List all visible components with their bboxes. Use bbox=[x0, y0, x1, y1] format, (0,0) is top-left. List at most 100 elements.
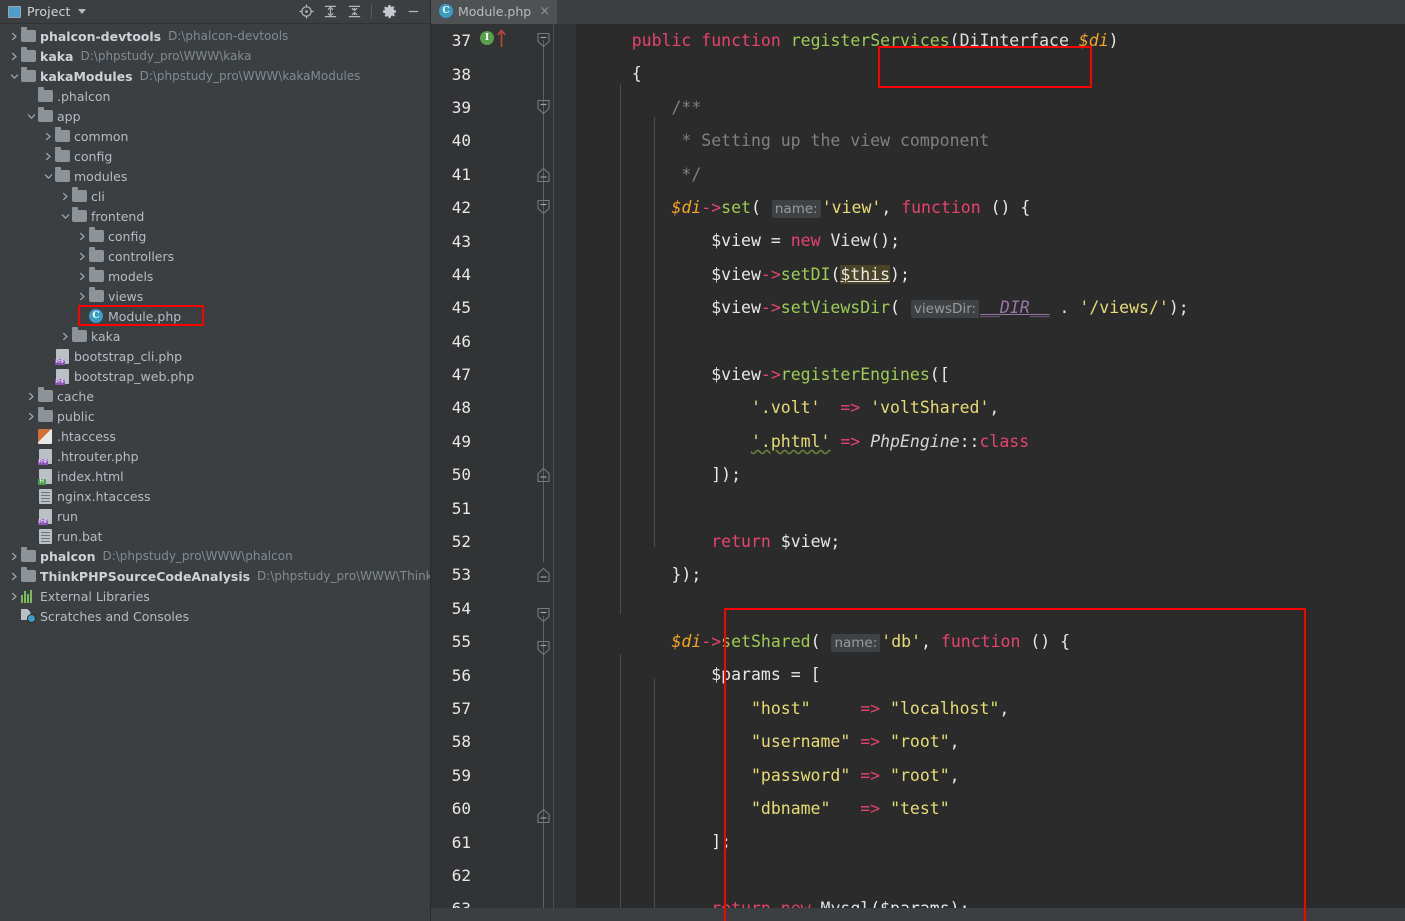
code-line[interactable]: */ bbox=[592, 158, 1405, 191]
tree-item-bootstrap-cli-php[interactable]: bootstrap_cli.php bbox=[0, 346, 430, 366]
code-line[interactable]: "dbname" => "test" bbox=[592, 792, 1405, 825]
chevron-down-icon[interactable] bbox=[8, 66, 20, 86]
tree-item-kaka[interactable]: kaka bbox=[0, 326, 430, 346]
tree-item-phalcon[interactable]: phalcon D:\phpstudy_pro\WWW\phalcon bbox=[0, 546, 430, 566]
chevron-right-icon[interactable] bbox=[25, 406, 37, 426]
tree-item-run[interactable]: run bbox=[0, 506, 430, 526]
chevron-right-icon[interactable] bbox=[8, 586, 20, 606]
tree-item-scratches-and-consoles[interactable]: Scratches and Consoles bbox=[0, 606, 430, 626]
code-line[interactable]: * Setting up the view component bbox=[592, 124, 1405, 157]
code-line[interactable]: $di->setShared( name:'db', function () { bbox=[592, 625, 1405, 658]
select-opened-file-icon[interactable] bbox=[295, 1, 317, 23]
tree-item-module-php[interactable]: C Module.php bbox=[0, 306, 430, 326]
collapse-all-icon[interactable] bbox=[343, 1, 365, 23]
editor-gutter[interactable]: 37 I 38 39 40 41 42 43 44 45 46 47 48 49 50 51 52 53 54 55 5… bbox=[431, 24, 576, 921]
code-line[interactable]: $view = new View(); bbox=[592, 224, 1405, 257]
chevron-down-icon[interactable] bbox=[78, 9, 87, 14]
tree-item--phalcon[interactable]: .phalcon bbox=[0, 86, 430, 106]
chevron-right-icon[interactable] bbox=[42, 146, 54, 166]
tree-item-modules[interactable]: modules bbox=[0, 166, 430, 186]
code-folding-column[interactable] bbox=[533, 24, 555, 921]
tree-item--htaccess[interactable]: .htaccess bbox=[0, 426, 430, 446]
code-line[interactable]: }); bbox=[592, 558, 1405, 591]
tree-item-config[interactable]: config bbox=[0, 226, 430, 246]
overriding-method-arrow-icon[interactable] bbox=[497, 29, 506, 48]
code-line[interactable]: $view->setViewsDir( viewsDir: __DIR__ . '… bbox=[592, 291, 1405, 324]
code-line[interactable]: "password" => "root", bbox=[592, 759, 1405, 792]
hide-icon[interactable] bbox=[402, 1, 424, 23]
code-line[interactable]: "host" => "localhost", bbox=[592, 692, 1405, 725]
code-line[interactable]: /** bbox=[592, 91, 1405, 124]
chevron-right-icon[interactable] bbox=[76, 246, 88, 266]
fold-marker-minus[interactable] bbox=[535, 640, 552, 656]
chevron-right-icon[interactable] bbox=[42, 126, 54, 146]
code-line[interactable]: $view->registerEngines([ bbox=[592, 358, 1405, 391]
code-line[interactable]: $view->setDI($this); bbox=[592, 258, 1405, 291]
code-line[interactable]: return $view; bbox=[592, 525, 1405, 558]
chevron-right-icon[interactable] bbox=[25, 386, 37, 406]
expand-all-icon[interactable] bbox=[319, 1, 341, 23]
fold-marker-minus-end[interactable] bbox=[535, 807, 552, 824]
tab-module-php[interactable]: C Module.php × bbox=[431, 0, 558, 24]
code-line[interactable] bbox=[592, 859, 1405, 892]
tree-item-views[interactable]: views bbox=[0, 286, 430, 306]
fold-marker-minus[interactable] bbox=[535, 607, 552, 623]
code-line[interactable]: { bbox=[592, 57, 1405, 90]
chevron-down-icon[interactable] bbox=[25, 106, 37, 126]
tree-item-kaka[interactable]: kaka D:\phpstudy_pro\WWW\kaka bbox=[0, 46, 430, 66]
tree-item-cli[interactable]: cli bbox=[0, 186, 430, 206]
chevron-right-icon[interactable] bbox=[76, 226, 88, 246]
code-line[interactable] bbox=[592, 592, 1405, 625]
chevron-right-icon[interactable] bbox=[59, 326, 71, 346]
fold-marker-minus[interactable] bbox=[535, 199, 552, 215]
fold-marker-minus[interactable] bbox=[535, 32, 552, 48]
code-line[interactable] bbox=[592, 491, 1405, 524]
chevron-down-icon[interactable] bbox=[42, 166, 54, 186]
chevron-right-icon[interactable] bbox=[8, 566, 20, 586]
tree-item-run-bat[interactable]: run.bat bbox=[0, 526, 430, 546]
code-line[interactable]: '.phtml' => PhpEngine::class bbox=[592, 425, 1405, 458]
tree-item-models[interactable]: models bbox=[0, 266, 430, 286]
code-line[interactable]: "username" => "root", bbox=[592, 725, 1405, 758]
tree-item-bootstrap-web-php[interactable]: bootstrap_web.php bbox=[0, 366, 430, 386]
fold-marker-minus-end[interactable] bbox=[535, 166, 552, 183]
tree-item-public[interactable]: public bbox=[0, 406, 430, 426]
tree-item-phalcon-devtools[interactable]: phalcon-devtools D:\phalcon-devtools bbox=[0, 26, 430, 46]
code-line[interactable] bbox=[592, 325, 1405, 358]
chevron-right-icon[interactable] bbox=[76, 266, 88, 286]
chevron-right-icon[interactable] bbox=[8, 26, 20, 46]
tree-item-common[interactable]: common bbox=[0, 126, 430, 146]
tree-item-app[interactable]: app bbox=[0, 106, 430, 126]
tree-item-index-html[interactable]: index.html bbox=[0, 466, 430, 486]
chevron-right-icon[interactable] bbox=[76, 286, 88, 306]
chevron-down-icon[interactable] bbox=[59, 206, 71, 226]
code-line[interactable]: ]); bbox=[592, 458, 1405, 491]
tree-item-nginx-htaccess[interactable]: nginx.htaccess bbox=[0, 486, 430, 506]
tree-item-config[interactable]: config bbox=[0, 146, 430, 166]
code-content[interactable]: public function registerServices(DiInter… bbox=[576, 24, 1405, 921]
settings-gear-icon[interactable] bbox=[378, 1, 400, 23]
tree-item-kakamodules[interactable]: kakaModules D:\phpstudy_pro\WWW\kakaModul… bbox=[0, 66, 430, 86]
chevron-right-icon[interactable] bbox=[8, 46, 20, 66]
fold-marker-minus-end[interactable] bbox=[535, 566, 552, 583]
code-line[interactable]: $params = [ bbox=[592, 658, 1405, 691]
tree-item--htrouter-php[interactable]: .htrouter.php bbox=[0, 446, 430, 466]
fold-marker-minus[interactable] bbox=[535, 99, 552, 115]
tree-item-frontend[interactable]: frontend bbox=[0, 206, 430, 226]
chevron-right-icon[interactable] bbox=[59, 186, 71, 206]
fold-marker-minus[interactable] bbox=[535, 466, 552, 483]
tree-item-cache[interactable]: cache bbox=[0, 386, 430, 406]
tree-item-controllers[interactable]: controllers bbox=[0, 246, 430, 266]
tree-item-external-libraries[interactable]: External Libraries bbox=[0, 586, 430, 606]
close-icon[interactable]: × bbox=[539, 5, 550, 18]
chevron-right-icon[interactable] bbox=[8, 546, 20, 566]
code-line[interactable]: ]; bbox=[592, 825, 1405, 858]
implementation-marker-icon[interactable]: I bbox=[480, 31, 494, 45]
code-line[interactable]: $di->set( name:'view', function () { bbox=[592, 191, 1405, 224]
code-line[interactable]: public function registerServices(DiInter… bbox=[592, 24, 1405, 57]
code-line[interactable]: '.volt' => 'voltShared', bbox=[592, 391, 1405, 424]
project-file-tree[interactable]: phalcon-devtools D:\phalcon-devtools kaka D… bbox=[0, 24, 430, 921]
tree-item-thinkphpsourcecodeanalysis[interactable]: ThinkPHPSourceCodeAnalysis D:\phpstudy_pr… bbox=[0, 566, 430, 586]
code-editor[interactable]: 37 I 38 39 40 41 42 43 44 45 46 47 48 49 50 51 52 53 54 55 5… bbox=[431, 24, 1405, 921]
project-title-button[interactable]: Project bbox=[8, 4, 87, 19]
